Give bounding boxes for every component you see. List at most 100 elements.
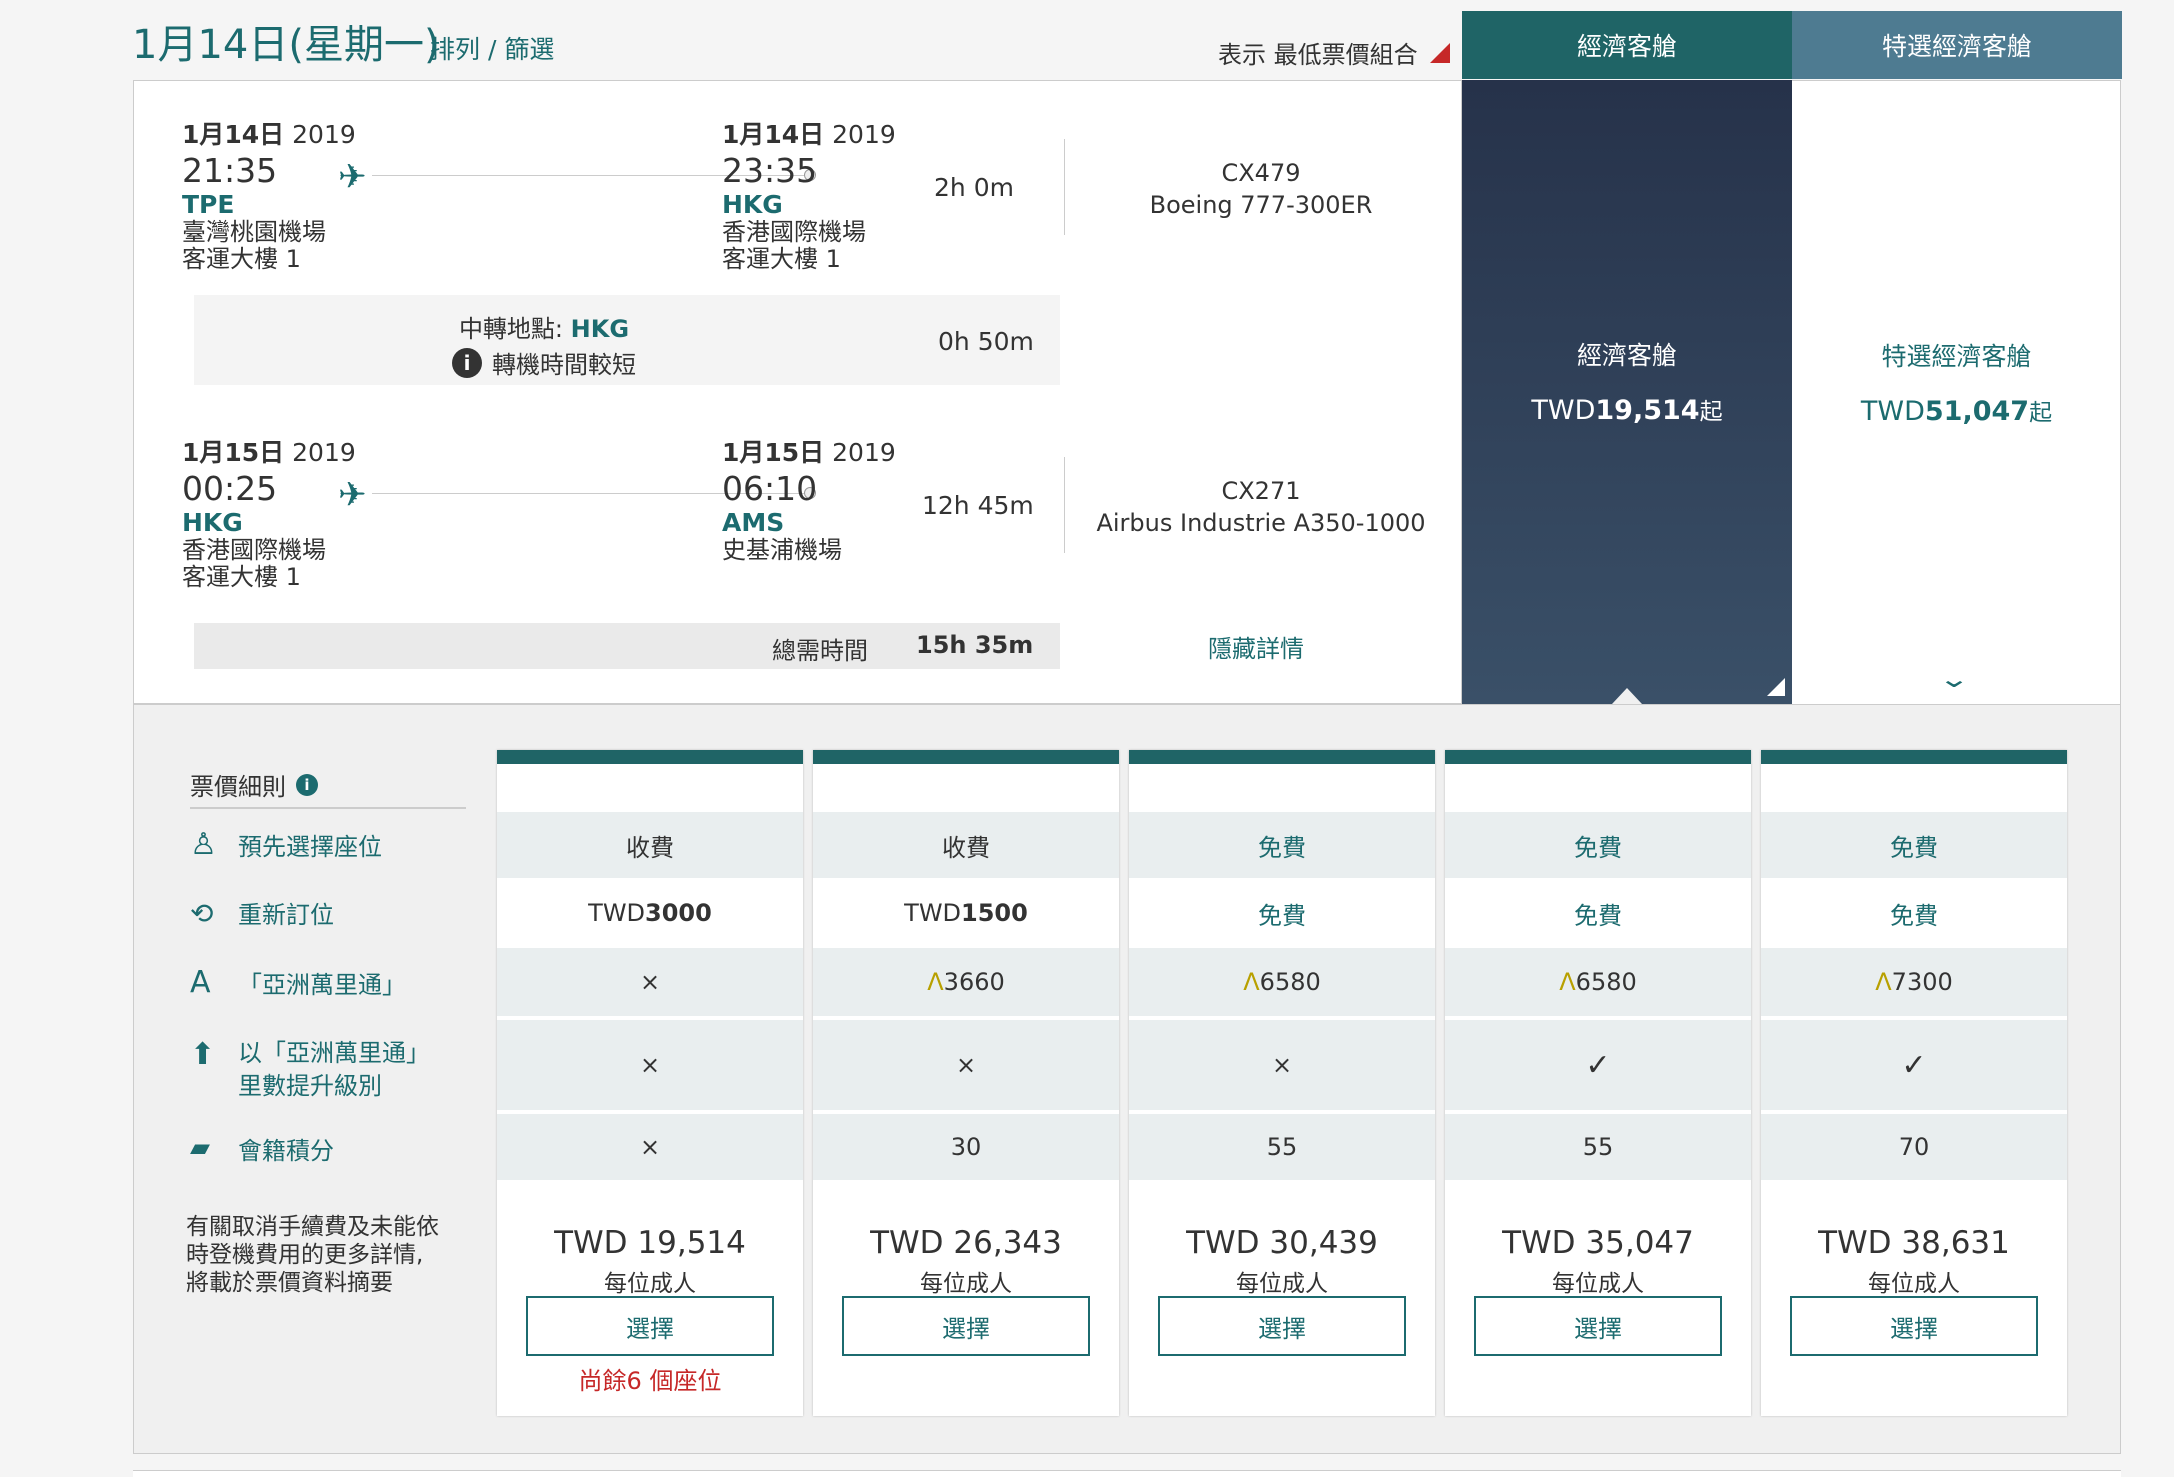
arr-airport-name: 史基浦機場 bbox=[722, 536, 842, 564]
sort-filter-link[interactable]: 排列 / 篩選 bbox=[430, 30, 554, 66]
info-icon[interactable]: i bbox=[452, 347, 482, 378]
status-points-icon: ▰ bbox=[190, 1133, 210, 1163]
info-icon[interactable]: i bbox=[296, 773, 318, 796]
fare-note: 有關取消手續費及未能依 時登機費用的更多詳情, 將載於票價資料摘要 bbox=[186, 1214, 439, 1296]
rebooking-value: TWD 1500 bbox=[904, 899, 1028, 927]
upgrade-value: ✓ bbox=[1445, 1020, 1751, 1110]
rule-upgrade: 以「亞洲萬里通」 里數提升級別 bbox=[238, 1037, 430, 1103]
aircraft-type: Boeing 777-300ER bbox=[1149, 191, 1373, 219]
select-fare-button[interactable]: 選擇 bbox=[1790, 1296, 2038, 1356]
transfer-airport-code: HKG bbox=[570, 315, 630, 343]
segment-2-flight-info: CX271 Airbus Industrie A350-1000 bbox=[1071, 475, 1451, 539]
segment-1-arrival: 1月14日 2019 23:35 HKG 香港國際機場 客運大樓 1 bbox=[722, 115, 896, 273]
fare-details-panel: 票價細則 i ♙ 預先選擇座位 ⟲ 重新訂位 A 「亞洲萬里通」 ⬆ 以「亞洲萬… bbox=[133, 704, 2121, 1454]
corner-triangle-icon bbox=[1767, 678, 1785, 696]
fare-per-adult: 每位成人 bbox=[920, 1271, 1012, 1297]
fare-rules-title: 票價細則 bbox=[190, 773, 286, 801]
seat-selection-value: 免費 bbox=[1445, 812, 1751, 878]
selected-pointer bbox=[1612, 688, 1642, 704]
dep-terminal: 客運大樓 1 bbox=[182, 245, 301, 273]
fare-price: TWD 35,047 bbox=[1502, 1225, 1694, 1261]
status-points-value: 55 bbox=[1445, 1114, 1751, 1180]
plane-icon: ✈ bbox=[338, 157, 367, 197]
cabin-name: 經濟客艙 bbox=[1576, 341, 1677, 370]
seat-icon: ♙ bbox=[190, 827, 217, 862]
hide-details-link[interactable]: 隱藏詳情 bbox=[1208, 629, 1304, 664]
dep-year: 2019 bbox=[292, 120, 356, 149]
total-duration-label: 總需時間 bbox=[772, 637, 868, 665]
segment-1-duration: 2h 0m bbox=[934, 173, 1014, 202]
short-connection-note: 轉機時間較短 bbox=[492, 351, 636, 379]
dep-time: 00:25 bbox=[182, 469, 278, 508]
arr-date: 1月15日 bbox=[722, 438, 825, 467]
fare-option-4: 免費 免費 Λ 6580 ✓ 55 TWD 35,047 每位成人 選擇 bbox=[1445, 750, 1751, 1416]
fare-option-2: 收費 TWD 1500 Λ 3660 × 30 TWD 26,343 每位成人 選擇 bbox=[813, 750, 1119, 1416]
premium-economy-cabin-price[interactable]: 特選經濟客艙 TWD51,047起 ⌄ bbox=[1792, 80, 2121, 704]
divider bbox=[190, 807, 466, 809]
lowest-fare-combo[interactable]: 表示 最低票價組合 bbox=[1218, 35, 1450, 70]
tab-economy[interactable]: 經濟客艙 bbox=[1462, 11, 1792, 79]
arr-airport-name: 香港國際機場 bbox=[722, 218, 866, 246]
lowest-fare-combo-label: 表示 最低票價組合 bbox=[1218, 41, 1418, 69]
upgrade-value: ✓ bbox=[1761, 1020, 2067, 1110]
arr-time: 06:10 bbox=[722, 469, 818, 508]
seats-left-warning: 尚餘6 個座位 bbox=[578, 1367, 722, 1395]
dep-date: 1月14日 bbox=[182, 120, 285, 149]
dep-airport-name: 香港國際機場 bbox=[182, 536, 326, 564]
arr-terminal: 客運大樓 1 bbox=[722, 245, 841, 273]
price-amount: 19,514 bbox=[1595, 395, 1700, 426]
upgrade-value: × bbox=[497, 1020, 803, 1110]
select-fare-button[interactable]: 選擇 bbox=[1474, 1296, 1722, 1356]
segment-2-duration: 12h 45m bbox=[922, 491, 1034, 520]
total-duration-bar: 總需時間 15h 35m bbox=[194, 623, 1060, 669]
dep-airport-code: TPE bbox=[182, 190, 235, 219]
tab-premium-economy[interactable]: 特選經濟客艙 bbox=[1792, 11, 2122, 79]
transfer-label: 中轉地點: bbox=[458, 315, 564, 343]
status-points-value: 30 bbox=[813, 1114, 1119, 1180]
page-title: 1月14日(星期一) bbox=[132, 22, 440, 68]
fare-option-5: 免費 免費 Λ 7300 ✓ 70 TWD 38,631 每位成人 選擇 bbox=[1761, 750, 2067, 1416]
fare-option-3: 免費 免費 Λ 6580 × 55 TWD 30,439 每位成人 選擇 bbox=[1129, 750, 1435, 1416]
upgrade-value: × bbox=[1129, 1020, 1435, 1110]
economy-cabin-price-selected[interactable]: 經濟客艙 TWD19,514起 bbox=[1462, 80, 1792, 704]
seat-selection-value: 免費 bbox=[1129, 812, 1435, 878]
price-suffix: 起 bbox=[1699, 399, 1723, 425]
asia-miles-value: Λ 6580 bbox=[1129, 948, 1435, 1016]
select-fare-button[interactable]: 選擇 bbox=[526, 1296, 774, 1356]
asia-miles-value: Λ 3660 bbox=[813, 948, 1119, 1016]
upgrade-value: × bbox=[813, 1020, 1119, 1110]
dep-terminal: 客運大樓 1 bbox=[182, 563, 301, 591]
status-points-value: 55 bbox=[1129, 1114, 1435, 1180]
seat-selection-value: 收費 bbox=[813, 812, 1119, 878]
price-currency: TWD bbox=[1531, 395, 1596, 426]
segment-1-departure: 1月14日 2019 21:35 TPE 臺灣桃園機場 客運大樓 1 bbox=[182, 115, 356, 273]
chevron-down-icon[interactable]: ⌄ bbox=[1938, 665, 1970, 693]
asia-miles-value: Λ 7300 bbox=[1761, 948, 2067, 1016]
rebooking-value: 免費 bbox=[1574, 901, 1622, 930]
arr-airport-code: AMS bbox=[722, 508, 785, 537]
select-fare-button[interactable]: 選擇 bbox=[842, 1296, 1090, 1356]
status-points-value: × bbox=[497, 1114, 803, 1180]
rebook-icon: ⟲ bbox=[190, 897, 214, 930]
fare-price: TWD 38,631 bbox=[1818, 1225, 2010, 1261]
fare-per-adult: 每位成人 bbox=[1552, 1271, 1644, 1297]
seat-selection-value: 免費 bbox=[1761, 812, 2067, 878]
rule-upgrade-line1: 以「亞洲萬里通」 bbox=[238, 1039, 430, 1067]
price-currency: TWD bbox=[1860, 396, 1925, 427]
aircraft-type: Airbus Industrie A350-1000 bbox=[1096, 509, 1426, 537]
rule-seat-selection: 預先選擇座位 bbox=[238, 833, 382, 861]
fare-price: TWD 30,439 bbox=[1186, 1225, 1378, 1261]
asia-miles-icon: A bbox=[190, 965, 211, 1000]
segment-2-departure: 1月15日 2019 00:25 HKG 香港國際機場 客運大樓 1 bbox=[182, 433, 356, 591]
upgrade-icon: ⬆ bbox=[190, 1037, 216, 1072]
total-duration-value: 15h 35m bbox=[916, 631, 1034, 659]
rule-upgrade-line2: 里數提升級別 bbox=[238, 1072, 382, 1100]
arr-year: 2019 bbox=[832, 120, 896, 149]
rule-asia-miles: 「亞洲萬里通」 bbox=[238, 971, 406, 999]
select-fare-button[interactable]: 選擇 bbox=[1158, 1296, 1406, 1356]
asia-miles-value: × bbox=[497, 948, 803, 1016]
divider bbox=[1064, 457, 1065, 553]
fare-per-adult: 每位成人 bbox=[1868, 1271, 1960, 1297]
fare-per-adult: 每位成人 bbox=[1236, 1271, 1328, 1297]
dep-airport-name: 臺灣桃園機場 bbox=[182, 218, 326, 246]
